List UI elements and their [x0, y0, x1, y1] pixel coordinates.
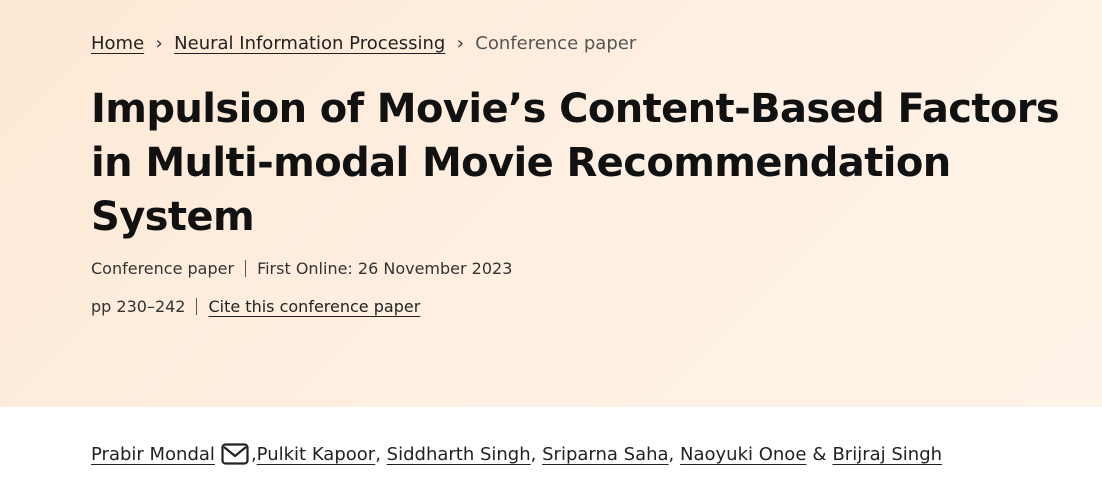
breadcrumb-section-link[interactable]: Neural Information Processing [174, 33, 445, 54]
author-comma: , [530, 443, 537, 465]
author-comma: , [668, 443, 675, 465]
first-online-date: First Online: 26 November 2023 [257, 259, 513, 278]
breadcrumb-current: Conference paper [475, 32, 637, 54]
breadcrumb-separator-icon: › [155, 32, 163, 54]
envelope-icon[interactable] [221, 443, 249, 465]
author-link[interactable]: Siddharth Singh [387, 444, 531, 465]
breadcrumb: Home › Neural Information Processing › C… [91, 30, 636, 56]
author-link[interactable]: Prabir Mondal [91, 444, 215, 465]
article-pages-row: pp 230–242 Cite this conference paper [91, 297, 420, 316]
meta-divider [196, 298, 198, 315]
article-type: Conference paper [91, 259, 235, 278]
author-link[interactable]: Pulkit Kapoor [257, 444, 376, 465]
breadcrumb-home-link[interactable]: Home [91, 33, 144, 54]
author-link[interactable]: Sriparna Saha [542, 444, 668, 465]
breadcrumb-separator-icon: › [456, 32, 464, 54]
article-title: Impulsion of Movie’s Content-Based Facto… [91, 86, 1060, 240]
cite-link[interactable]: Cite this conference paper [208, 297, 420, 316]
article-meta: Conference paper First Online: 26 Novemb… [91, 259, 512, 278]
author-comma: , [375, 443, 381, 465]
author-list: Prabir Mondal , Pulkit Kapoor , Siddhart… [91, 443, 942, 465]
author-link[interactable]: Brijraj Singh [832, 444, 942, 465]
page-range: pp 230–242 [91, 297, 186, 316]
author-link[interactable]: Naoyuki Onoe [680, 444, 806, 465]
page-header: Home › Neural Information Processing › C… [0, 0, 1102, 407]
meta-divider [245, 260, 247, 277]
author-ampersand: & [812, 443, 827, 465]
